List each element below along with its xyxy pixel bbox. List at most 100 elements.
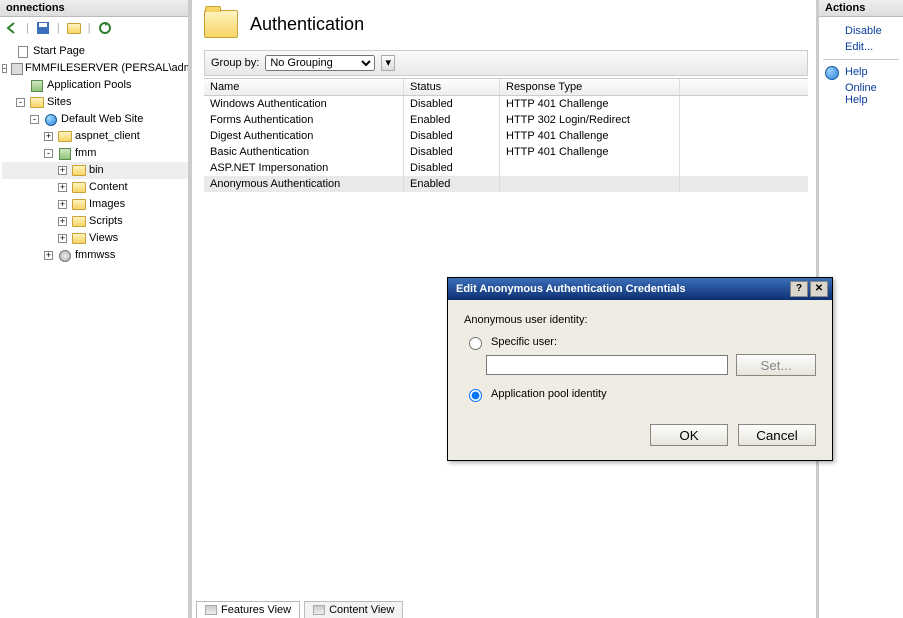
save-icon[interactable] bbox=[35, 20, 51, 36]
cell-resp: HTTP 302 Login/Redirect bbox=[500, 112, 680, 128]
tree-item[interactable]: - Default Web Site bbox=[2, 111, 188, 128]
cell-name: ASP.NET Impersonation bbox=[204, 160, 404, 176]
separator bbox=[823, 59, 899, 60]
tree-item[interactable]: -FMMFILESERVER (PERSAL\admin bbox=[2, 60, 188, 77]
tree-item[interactable]: + Scripts bbox=[2, 213, 188, 230]
tab-features-view[interactable]: Features View bbox=[196, 601, 300, 618]
dialog-titlebar[interactable]: Edit Anonymous Authentication Credential… bbox=[448, 278, 832, 300]
expand-toggle[interactable]: + bbox=[58, 234, 67, 243]
tree-item-label: Scripts bbox=[89, 213, 123, 230]
expand-toggle[interactable]: - bbox=[16, 98, 25, 107]
expand-toggle[interactable]: + bbox=[44, 132, 53, 141]
app-icon bbox=[57, 147, 73, 161]
cell-status: Disabled bbox=[404, 96, 500, 112]
group-by-extra-dropdown[interactable]: ▾ bbox=[381, 55, 395, 71]
tree-item[interactable]: - Sites bbox=[2, 94, 188, 111]
ok-button[interactable]: OK bbox=[650, 424, 728, 446]
tree-item[interactable]: + Images bbox=[2, 196, 188, 213]
app-pool-radio[interactable] bbox=[469, 389, 482, 402]
folder-new-icon[interactable] bbox=[66, 20, 82, 36]
actions-list: DisableEdit... Help Online Help bbox=[819, 17, 903, 114]
help-button[interactable]: ? bbox=[790, 281, 808, 297]
tab-content-view[interactable]: Content View bbox=[304, 601, 403, 618]
table-row[interactable]: Basic AuthenticationDisabledHTTP 401 Cha… bbox=[204, 144, 808, 160]
blank-icon bbox=[825, 41, 839, 55]
table-row[interactable]: Anonymous AuthenticationEnabled bbox=[204, 176, 808, 192]
connections-title: onnections bbox=[0, 0, 188, 17]
action-link[interactable]: Online Help bbox=[823, 80, 899, 108]
blank-icon bbox=[825, 82, 839, 96]
col-name[interactable]: Name bbox=[204, 79, 404, 95]
col-resp[interactable]: Response Type bbox=[500, 79, 680, 95]
close-button[interactable]: ✕ bbox=[810, 281, 828, 297]
refresh-icon[interactable] bbox=[97, 20, 113, 36]
tree-item[interactable]: Application Pools bbox=[2, 77, 188, 94]
expand-toggle[interactable]: + bbox=[58, 217, 67, 226]
connections-tree[interactable]: Start Page-FMMFILESERVER (PERSAL\adminAp… bbox=[0, 39, 188, 264]
tree-item[interactable]: + Content bbox=[2, 179, 188, 196]
table-row[interactable]: ASP.NET ImpersonationDisabled bbox=[204, 160, 808, 176]
grid-header[interactable]: Name Status Response Type bbox=[204, 78, 808, 96]
action-link[interactable]: Disable bbox=[823, 23, 899, 39]
expand-toggle[interactable]: - bbox=[30, 115, 39, 124]
expand-toggle[interactable]: + bbox=[44, 251, 53, 260]
table-row[interactable]: Digest AuthenticationDisabledHTTP 401 Ch… bbox=[204, 128, 808, 144]
specific-user-option[interactable]: Specific user: bbox=[464, 334, 816, 350]
cell-name: Digest Authentication bbox=[204, 128, 404, 144]
action-label: Help bbox=[845, 66, 868, 78]
folder-icon bbox=[71, 181, 87, 195]
page-icon bbox=[15, 45, 31, 59]
cell-status: Disabled bbox=[404, 144, 500, 160]
dialog-title: Edit Anonymous Authentication Credential… bbox=[456, 283, 788, 295]
cancel-button[interactable]: Cancel bbox=[738, 424, 816, 446]
actions-title: Actions bbox=[819, 0, 903, 17]
expand-toggle[interactable]: - bbox=[2, 64, 7, 73]
app-pool-option[interactable]: Application pool identity bbox=[464, 386, 816, 402]
folder-icon bbox=[71, 164, 87, 178]
gear-icon bbox=[57, 249, 73, 263]
tree-item-label: Content bbox=[89, 179, 128, 196]
tree-item[interactable]: Start Page bbox=[2, 43, 188, 60]
table-row[interactable]: Windows AuthenticationDisabledHTTP 401 C… bbox=[204, 96, 808, 112]
folder-icon bbox=[71, 215, 87, 229]
tree-item-label: aspnet_client bbox=[75, 128, 140, 145]
cell-name: Windows Authentication bbox=[204, 96, 404, 112]
tree-item-label: Images bbox=[89, 196, 125, 213]
tree-item[interactable]: + aspnet_client bbox=[2, 128, 188, 145]
tree-item-label: Default Web Site bbox=[61, 111, 143, 128]
folder-icon bbox=[204, 10, 238, 38]
tree-item-label: Sites bbox=[47, 94, 71, 111]
app-pool-label: Application pool identity bbox=[491, 388, 607, 400]
group-by-select[interactable]: No Grouping bbox=[265, 55, 375, 71]
cell-status: Enabled bbox=[404, 176, 500, 192]
toolbar-separator: | bbox=[26, 22, 29, 34]
expand-toggle[interactable]: + bbox=[58, 183, 67, 192]
col-status[interactable]: Status bbox=[404, 79, 500, 95]
action-link[interactable]: Help bbox=[823, 64, 899, 80]
cell-spacer bbox=[680, 96, 808, 112]
tree-item[interactable]: +bin bbox=[2, 162, 188, 179]
toolbar-separator: | bbox=[88, 22, 91, 34]
dialog-actions: OK Cancel bbox=[448, 414, 832, 460]
back-icon[interactable] bbox=[4, 20, 20, 36]
help-icon bbox=[825, 66, 839, 80]
tree-item[interactable]: -fmm bbox=[2, 145, 188, 162]
table-row[interactable]: Forms AuthenticationEnabledHTTP 302 Logi… bbox=[204, 112, 808, 128]
server-icon bbox=[11, 62, 23, 76]
dialog-body: Anonymous user identity: Specific user: … bbox=[448, 300, 832, 414]
cell-resp: HTTP 401 Challenge bbox=[500, 128, 680, 144]
expand-toggle[interactable]: + bbox=[58, 200, 67, 209]
specific-user-radio[interactable] bbox=[469, 337, 482, 350]
grid-body: Windows AuthenticationDisabledHTTP 401 C… bbox=[204, 96, 808, 192]
tree-item[interactable]: +fmmwss bbox=[2, 247, 188, 264]
tree-item[interactable]: +Views bbox=[2, 230, 188, 247]
action-label: Online Help bbox=[845, 82, 877, 106]
set-button: Set... bbox=[736, 354, 816, 376]
connections-panel: onnections | | | Start Page-FMMFILESERVE… bbox=[0, 0, 192, 618]
expand-toggle[interactable]: - bbox=[44, 149, 53, 158]
auth-grid: Name Status Response Type Windows Authen… bbox=[204, 78, 808, 192]
globe-icon bbox=[43, 113, 59, 127]
expand-toggle[interactable]: + bbox=[58, 166, 67, 175]
feature-header: Authentication bbox=[204, 10, 808, 38]
action-link[interactable]: Edit... bbox=[823, 39, 899, 55]
